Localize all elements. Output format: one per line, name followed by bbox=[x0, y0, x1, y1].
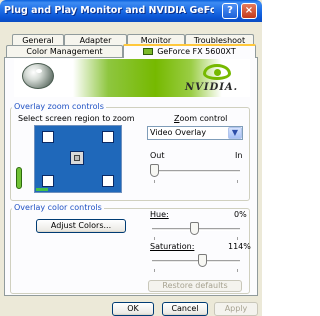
zoom-region-indicator bbox=[36, 188, 48, 191]
saturation-value: 114% bbox=[228, 242, 251, 251]
tab-color-management[interactable]: Color Management bbox=[6, 45, 123, 57]
overlay-color-legend: Overlay color controls bbox=[12, 203, 104, 213]
nvidia-tab-icon bbox=[143, 48, 154, 55]
zoom-region-center-icon bbox=[74, 155, 80, 161]
window-title: Plug and Play Monitor and NVIDIA GeForce… bbox=[4, 5, 214, 16]
overlay-zoom-legend: Overlay zoom controls bbox=[12, 102, 106, 112]
hue-slider-tick bbox=[237, 237, 238, 240]
hue-label: Hue: bbox=[150, 210, 169, 219]
help-button[interactable]: ? bbox=[222, 3, 238, 19]
side-slider-handle[interactable] bbox=[16, 167, 22, 189]
adjust-colors-button[interactable]: Adjust Colors... bbox=[36, 219, 126, 233]
restore-defaults-button[interactable]: Restore defaults bbox=[148, 280, 242, 292]
close-icon: × bbox=[244, 5, 254, 16]
hue-slider-thumb[interactable] bbox=[190, 222, 199, 235]
nvidia-eye-pupil bbox=[214, 69, 221, 76]
zoom-slider-thumb[interactable] bbox=[150, 164, 159, 177]
zoom-control-rest: oom control bbox=[179, 114, 228, 123]
hue-value: 0% bbox=[234, 210, 247, 219]
help-icon: ? bbox=[227, 5, 233, 16]
zoom-region-top-left[interactable] bbox=[42, 131, 54, 143]
tab-geforce[interactable]: GeForce FX 5600XT bbox=[123, 44, 256, 58]
zoom-region-bottom-right[interactable] bbox=[102, 175, 114, 187]
dropdown-arrow-icon[interactable]: ▼ bbox=[228, 127, 242, 139]
saturation-slider-tick bbox=[154, 269, 155, 272]
zoom-out-label: Out bbox=[150, 151, 165, 160]
nvidia-logo-text: NVIDIA. bbox=[185, 82, 239, 93]
zoom-slider-track[interactable] bbox=[152, 170, 240, 173]
tab-geforce-label: GeForce FX 5600XT bbox=[157, 47, 236, 56]
zoom-in-label: In bbox=[235, 151, 243, 160]
ok-button[interactable]: OK bbox=[112, 302, 154, 316]
close-button[interactable]: × bbox=[241, 3, 257, 19]
cancel-button[interactable]: Cancel bbox=[162, 302, 208, 316]
apply-button[interactable]: Apply bbox=[214, 302, 258, 316]
zoom-slider-tick bbox=[237, 180, 238, 183]
saturation-slider-tick bbox=[237, 269, 238, 272]
orb-highlight bbox=[36, 69, 42, 73]
display-properties-window: Plug and Play Monitor and NVIDIA GeForce… bbox=[0, 0, 262, 316]
zoom-slider-tick bbox=[154, 180, 155, 183]
zoom-region-bottom-left[interactable] bbox=[42, 175, 54, 187]
zoom-control-label: Zoom control bbox=[174, 114, 227, 124]
select-region-label: Select screen region to zoom bbox=[18, 114, 135, 123]
saturation-slider-track[interactable] bbox=[152, 260, 240, 263]
hue-slider-tick bbox=[154, 237, 155, 240]
saturation-slider-thumb[interactable] bbox=[198, 254, 207, 267]
zoom-region-top-right[interactable] bbox=[102, 131, 114, 143]
orb-icon bbox=[22, 63, 54, 89]
saturation-label: Saturation: bbox=[150, 242, 195, 251]
